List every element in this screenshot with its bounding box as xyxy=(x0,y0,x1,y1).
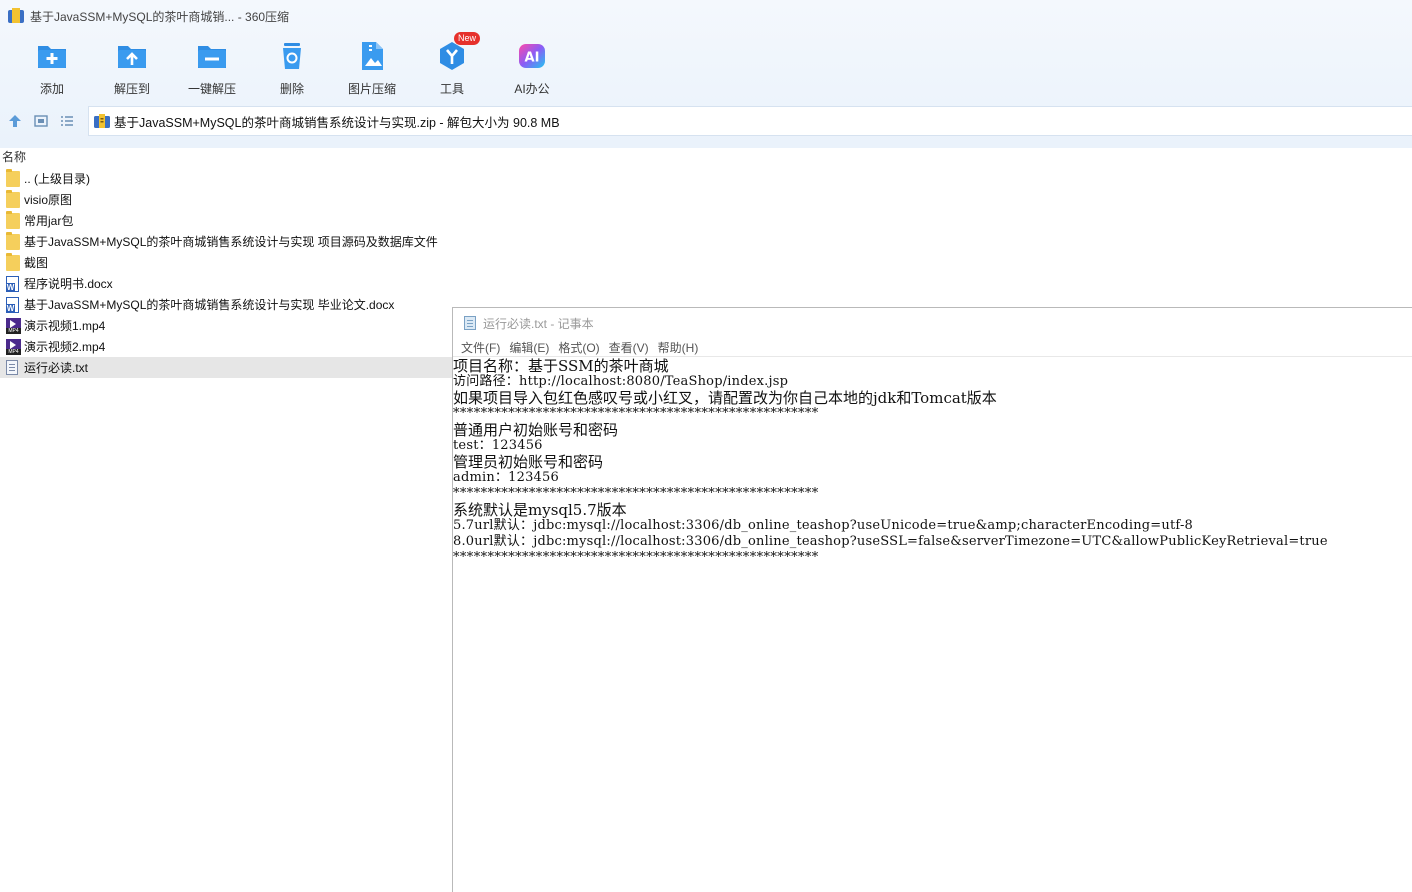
list-item[interactable]: .. (上级目录) xyxy=(0,168,1412,189)
list-item-selected[interactable]: 运行必读.txt xyxy=(0,357,452,378)
address-text: 基于JavaSSM+MySQL的茶叶商城销售系统设计与实现.zip - 解包大小… xyxy=(114,115,560,130)
image-compress-button[interactable]: 图片压缩 xyxy=(332,36,412,98)
one-click-extract-icon xyxy=(196,40,228,72)
thumbnail-view-icon xyxy=(34,115,48,127)
title-bar: 基于JavaSSM+MySQL的茶叶商城销... - 360压缩 xyxy=(0,0,1412,32)
archive-icon xyxy=(8,8,24,24)
menu-view[interactable]: 查看(V) xyxy=(609,339,649,356)
image-compress-icon xyxy=(356,40,388,72)
folder-icon xyxy=(6,231,20,250)
list-item[interactable]: visio原图 xyxy=(0,189,1412,210)
folder-icon xyxy=(6,210,20,229)
thumbnail-view-button[interactable] xyxy=(30,110,52,132)
text-line: 5.7url默认：jdbc:mysql://localhost:3306/db_… xyxy=(453,518,1194,533)
text-line: ****************************************… xyxy=(453,406,819,421)
list-item[interactable]: 截图 xyxy=(0,252,1412,273)
column-header-name[interactable]: 名称 xyxy=(0,148,1412,164)
delete-icon xyxy=(276,40,308,72)
notepad-title: 运行必读.txt - 记事本 xyxy=(483,316,594,331)
notepad-window: 运行必读.txt - 记事本 文件(F) 编辑(E) 格式(O) 查看(V) 帮… xyxy=(452,307,1412,892)
word-document-icon xyxy=(6,275,20,292)
add-icon xyxy=(36,40,68,72)
address-bar[interactable]: 基于JavaSSM+MySQL的茶叶商城销售系统设计与实现.zip - 解包大小… xyxy=(88,106,1412,136)
video-file-icon xyxy=(6,338,21,355)
text-line: ****************************************… xyxy=(453,550,819,565)
svg-text:AI: AI xyxy=(525,51,540,66)
new-badge: New xyxy=(454,32,481,45)
list-item[interactable]: 基于JavaSSM+MySQL的茶叶商城销售系统设计与实现 项目源码及数据库文件 xyxy=(0,231,1412,252)
text-line: test：123456 xyxy=(453,438,543,453)
text-line: 项目名称：基于SSM的茶叶商城 xyxy=(453,358,669,374)
notepad-menu-bar: 文件(F) 编辑(E) 格式(O) 查看(V) 帮助(H) xyxy=(453,338,1412,357)
toolbar: 添加 解压到 一键解压 删除 图片压缩 工具 AI AI办公 xyxy=(12,36,572,98)
menu-edit[interactable]: 编辑(E) xyxy=(509,339,549,356)
text-line: 系统默认是mysql5.7版本 xyxy=(453,502,627,518)
window-chrome: 基于JavaSSM+MySQL的茶叶商城销... - 360压缩 添加 解压到 … xyxy=(0,0,1412,148)
up-arrow-icon xyxy=(9,115,21,127)
notepad-text-area[interactable]: 项目名称：基于SSM的茶叶商城 访问路径：http://localhost:80… xyxy=(453,358,1412,566)
folder-icon xyxy=(6,189,20,208)
navigation-row: 基于JavaSSM+MySQL的茶叶商城销售系统设计与实现.zip - 解包大小… xyxy=(0,106,1412,136)
archive-icon xyxy=(94,113,110,129)
text-file-icon xyxy=(6,359,20,376)
ai-office-button[interactable]: AI AI办公 xyxy=(492,36,572,98)
extract-to-icon xyxy=(116,40,148,72)
video-file-icon xyxy=(6,317,21,334)
menu-format[interactable]: 格式(O) xyxy=(558,339,599,356)
extract-to-button[interactable]: 解压到 xyxy=(92,36,172,98)
notepad-title-bar[interactable]: 运行必读.txt - 记事本 xyxy=(453,308,1412,338)
word-document-icon xyxy=(6,296,20,313)
text-line: 访问路径：http://localhost:8080/TeaShop/index… xyxy=(453,374,789,389)
list-item[interactable]: 程序说明书.docx xyxy=(0,273,1412,294)
menu-file[interactable]: 文件(F) xyxy=(461,339,500,356)
add-button[interactable]: 添加 xyxy=(12,36,92,98)
menu-help[interactable]: 帮助(H) xyxy=(658,339,699,356)
tools-button[interactable]: 工具 xyxy=(412,36,492,98)
folder-icon xyxy=(6,168,20,187)
delete-button[interactable]: 删除 xyxy=(252,36,332,98)
text-line: 8.0url默认：jdbc:mysql://localhost:3306/db_… xyxy=(453,534,1328,549)
one-click-extract-button[interactable]: 一键解压 xyxy=(172,36,252,98)
notepad-icon xyxy=(463,315,477,331)
ai-office-icon: AI xyxy=(516,40,548,72)
up-level-button[interactable] xyxy=(4,110,26,132)
window-title: 基于JavaSSM+MySQL的茶叶商城销... - 360压缩 xyxy=(30,9,290,24)
text-line: 如果项目导入包红色感叹号或小红叉，请配置改为你自己本地的jdk和Tomcat版本 xyxy=(453,390,997,406)
text-line: 普通用户初始账号和密码 xyxy=(453,422,619,438)
list-view-icon xyxy=(61,116,73,126)
list-view-button[interactable] xyxy=(56,110,78,132)
text-line: admin：123456 xyxy=(453,470,559,485)
text-line: 管理员初始账号和密码 xyxy=(453,454,604,470)
list-item[interactable]: 常用jar包 xyxy=(0,210,1412,231)
text-line: ****************************************… xyxy=(453,486,819,501)
folder-icon xyxy=(6,252,20,271)
